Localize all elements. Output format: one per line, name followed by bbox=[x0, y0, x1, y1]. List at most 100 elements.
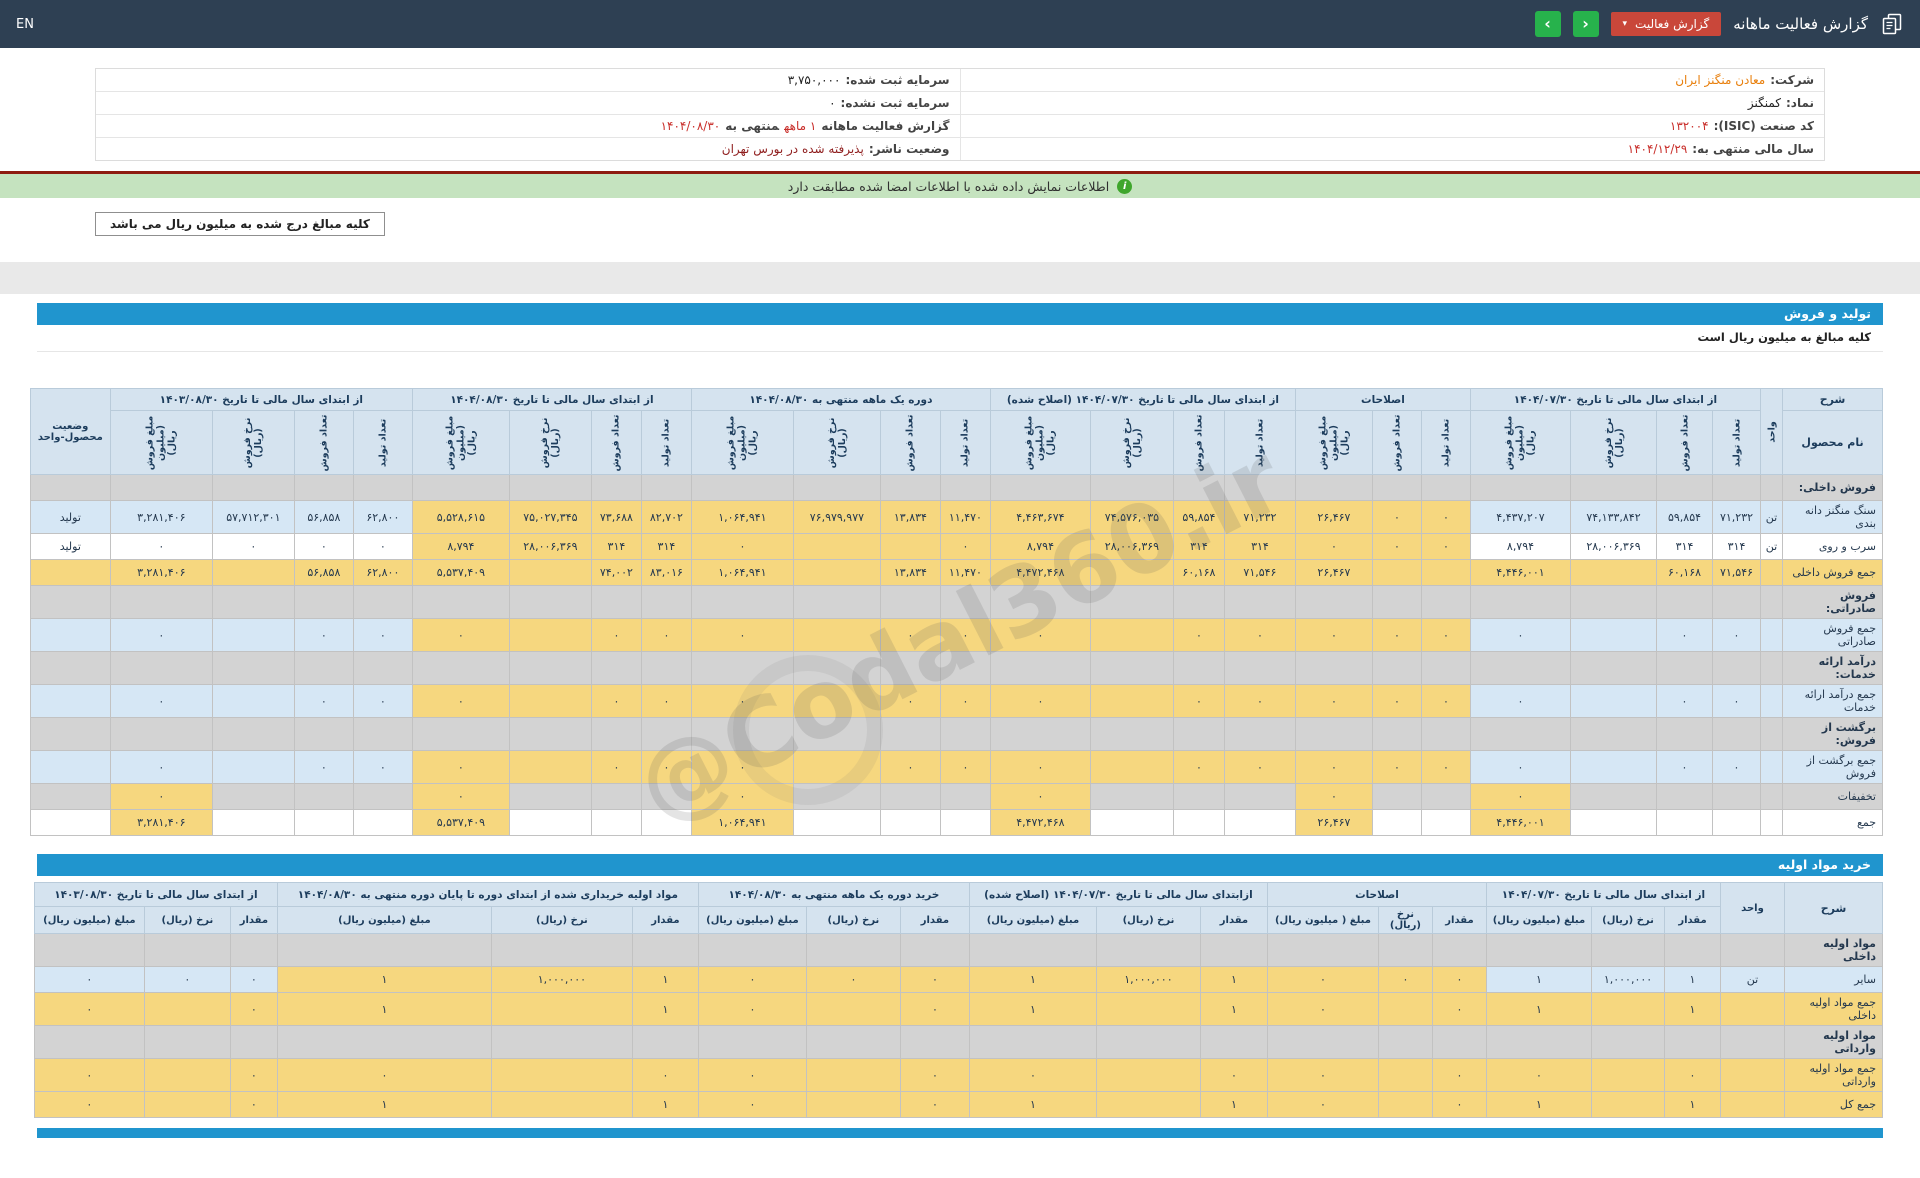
status-cell bbox=[29, 684, 111, 718]
value-cell bbox=[792, 750, 881, 784]
value-cell bbox=[109, 717, 213, 751]
value-cell bbox=[352, 651, 413, 685]
value-cell bbox=[1431, 933, 1487, 967]
value-cell bbox=[1591, 1058, 1665, 1092]
next-report-button[interactable]: › bbox=[1572, 11, 1599, 37]
signature-notice: i اطلاعات نمایش داده شده با اطلاعات امضا… bbox=[0, 174, 1920, 198]
value-cell bbox=[508, 651, 592, 685]
value-cell bbox=[939, 809, 991, 836]
value-cell: ۰ bbox=[1431, 992, 1487, 1026]
value-cell: ۳۱۴ bbox=[1656, 533, 1713, 560]
column-header: نرخ (ریال) bbox=[143, 906, 231, 934]
table-row: جمع فروش داخلی ۷۱,۵۴۶ ۶۰,۱۶۸ ۴,۴۴۶,۰۰۱ ۲۶,۴۶… bbox=[29, 559, 1883, 586]
value-cell: ۰ bbox=[33, 992, 145, 1026]
column-header: مبلغ فروش (میلیون ریال) bbox=[109, 410, 213, 475]
value-cell bbox=[989, 474, 1091, 501]
section-row: درآمد ارائه خدمات: bbox=[29, 651, 1883, 685]
value-cell: ۱,۰۶۴,۹۴۱ bbox=[690, 809, 794, 836]
value-cell: ۰ bbox=[411, 750, 510, 784]
value-cell: ۸۳,۰۱۶ bbox=[640, 559, 692, 586]
info-row: سال مالی منتهی به: ۱۴۰۴/۱۲/۲۹ وضعیت ناشر: پ… bbox=[96, 137, 1824, 160]
value-cell bbox=[690, 585, 794, 619]
column-header: مبلغ فروش (میلیون ریال) bbox=[989, 410, 1091, 475]
value-cell bbox=[590, 809, 642, 836]
value-cell: ۰ bbox=[1223, 684, 1296, 718]
value-cell bbox=[508, 474, 592, 501]
value-cell bbox=[508, 783, 592, 810]
value-cell bbox=[1199, 933, 1268, 967]
status-cell bbox=[29, 585, 111, 619]
value-cell: ۸۲,۷۰۲ bbox=[640, 500, 692, 534]
column-header: تعداد تولید bbox=[1712, 410, 1761, 475]
value-cell: ۱,۰۶۴,۹۴۱ bbox=[690, 500, 794, 534]
value-cell bbox=[792, 618, 881, 652]
value-cell bbox=[143, 1025, 231, 1059]
value-cell bbox=[411, 585, 510, 619]
notice-text: اطلاعات نمایش داده شده با اطلاعات امضا ش… bbox=[787, 178, 1110, 194]
value-cell bbox=[1172, 585, 1225, 619]
info-field[interactable]: شرکت: معادن منگنز ایران bbox=[961, 69, 1825, 91]
column-header: نرخ (ریال) bbox=[490, 906, 633, 934]
value-cell: ۲۸,۰۰۶,۳۶۹ bbox=[1570, 533, 1657, 560]
value-cell bbox=[1420, 585, 1471, 619]
info-value: ۱۴۰۴/۱۲/۲۹ bbox=[1627, 142, 1688, 156]
info-row: شرکت: معادن منگنز ایران سرمایه ثبت شده: ۳,۷… bbox=[96, 69, 1824, 91]
value-cell: ۰ bbox=[697, 1091, 807, 1118]
value-cell: ۰ bbox=[1712, 618, 1761, 652]
value-cell: ۴,۴۴۶,۰۰۱ bbox=[1469, 809, 1572, 836]
section-production-sales-bar: تولید و فروش bbox=[37, 303, 1883, 325]
value-cell bbox=[1089, 559, 1174, 586]
value-cell bbox=[1431, 1025, 1487, 1059]
row-label-cell: درآمد ارائه خدمات: bbox=[1782, 651, 1883, 685]
report-type-dropdown[interactable]: گزارش فعالیت ▾ bbox=[1610, 12, 1722, 36]
value-cell bbox=[143, 933, 231, 967]
value-cell: ۰ bbox=[352, 533, 413, 560]
value-cell: ۶۰,۱۶۸ bbox=[1172, 559, 1225, 586]
raw-materials-table: شرح واحد از ابتدای سال مالی تا تاریخ ۱۴۰۴/… bbox=[33, 882, 1883, 1118]
value-cell: ۰ bbox=[690, 750, 794, 784]
value-cell: ۱ bbox=[1485, 1091, 1593, 1118]
table-row: جمع مواد اولیه داخلی ۱ ۱ ۰ ۰ ۱ ۱ ۰ ۰ ۱ ۱ ۰ ۰ bbox=[33, 992, 1883, 1026]
value-cell bbox=[939, 717, 991, 751]
value-cell bbox=[640, 651, 692, 685]
value-cell bbox=[989, 717, 1091, 751]
language-toggle[interactable]: EN bbox=[16, 17, 34, 32]
value-cell: ۸,۷۹۴ bbox=[1469, 533, 1572, 560]
value-cell: ۱ bbox=[968, 1091, 1097, 1118]
column-header: مبلغ (میلیون ریال) bbox=[276, 906, 492, 934]
value-cell bbox=[1570, 651, 1657, 685]
status-cell bbox=[29, 651, 111, 685]
value-cell: ۰ bbox=[590, 618, 642, 652]
column-header: مبلغ (میلیون ریال) bbox=[697, 906, 807, 934]
value-cell bbox=[1656, 717, 1713, 751]
value-cell: ۷۴,۵۷۶,۰۳۵ bbox=[1089, 500, 1174, 534]
column-header: مبلغ فروش (میلیون ریال) bbox=[1469, 410, 1572, 475]
section-row: برگشت از فروش: bbox=[29, 717, 1883, 751]
value-cell: ۰ bbox=[939, 750, 991, 784]
unit-cell bbox=[1720, 933, 1785, 967]
value-cell bbox=[1377, 992, 1433, 1026]
value-cell bbox=[211, 618, 295, 652]
info-icon: i bbox=[1117, 178, 1133, 194]
value-cell bbox=[1485, 933, 1593, 967]
previous-report-button[interactable]: ‹ bbox=[1534, 11, 1561, 37]
section-raw-materials-bar: خرید مواد اولیه bbox=[37, 854, 1883, 876]
column-group-header: اصلاحات bbox=[1266, 882, 1487, 907]
value-cell: ۰ bbox=[631, 1058, 699, 1092]
value-cell: ۰ bbox=[640, 618, 692, 652]
value-cell bbox=[508, 559, 592, 586]
value-cell bbox=[1095, 992, 1201, 1026]
unit-cell bbox=[1720, 1091, 1785, 1118]
value-cell bbox=[1199, 1025, 1268, 1059]
row-label-cell: برگشت از فروش: bbox=[1782, 717, 1883, 751]
value-cell bbox=[1089, 651, 1174, 685]
value-cell: ۰ bbox=[697, 966, 807, 993]
value-cell: ۲۸,۰۰۶,۳۶۹ bbox=[508, 533, 592, 560]
info-row: نماد: کمنگنز سرمایه ثبت نشده: ۰ bbox=[96, 91, 1824, 114]
value-cell bbox=[939, 474, 991, 501]
value-cell: ۰ bbox=[1294, 750, 1373, 784]
row-label-cell: مواد اولیه داخلی bbox=[1784, 933, 1883, 967]
value-cell bbox=[229, 933, 278, 967]
